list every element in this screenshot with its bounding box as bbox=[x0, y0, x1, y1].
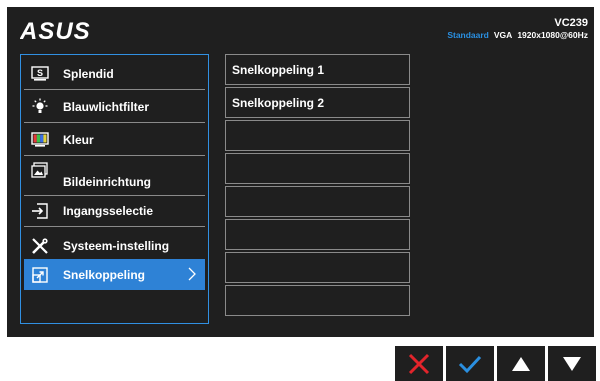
status-info: VC239 Standaard VGA 1920x1080@60Hz bbox=[447, 17, 588, 41]
splendid-icon: S bbox=[31, 65, 49, 83]
submenu-item-snelkoppeling-2[interactable]: Snelkoppeling 2 bbox=[225, 87, 410, 118]
image-icon bbox=[31, 162, 49, 180]
menu-item-snelkoppeling[interactable]: Snelkoppeling bbox=[24, 259, 205, 290]
menu-item-label: Bildeinrichtung bbox=[63, 175, 151, 189]
menu-item-label: Systeem-instelling bbox=[63, 239, 170, 253]
up-arrow-icon bbox=[512, 356, 530, 371]
submenu-item-empty bbox=[225, 219, 410, 250]
submenu-item-empty bbox=[225, 186, 410, 217]
input-label: VGA bbox=[493, 30, 513, 40]
menu-item-label: Splendid bbox=[63, 67, 114, 81]
svg-text:ASUS: ASUS bbox=[20, 18, 91, 42]
tools-icon bbox=[31, 237, 49, 255]
up-button[interactable] bbox=[497, 346, 545, 381]
menu-item-blauwlichtfilter[interactable]: Blauwlichtfilter bbox=[24, 92, 205, 123]
model-name: VC239 bbox=[554, 17, 588, 29]
check-icon bbox=[458, 355, 482, 373]
down-button[interactable] bbox=[548, 346, 596, 381]
input-icon bbox=[31, 202, 49, 220]
osd-panel: ASUS VC239 Standaard VGA 1920x1080@60Hz S … bbox=[7, 7, 594, 337]
menu-item-label: Blauwlichtfilter bbox=[63, 100, 150, 114]
mode-label: Standaard bbox=[447, 30, 489, 40]
submenu-item-snelkoppeling-1[interactable]: Snelkoppeling 1 bbox=[225, 54, 410, 85]
submenu-item-empty bbox=[225, 252, 410, 283]
control-buttons bbox=[395, 346, 596, 381]
menu-item-kleur[interactable]: Kleur bbox=[24, 125, 205, 156]
close-icon bbox=[408, 353, 430, 374]
submenu-item-empty bbox=[225, 285, 410, 316]
chevron-right-icon bbox=[188, 267, 196, 284]
asus-logo: ASUS bbox=[20, 18, 91, 42]
menu-item-label: Kleur bbox=[63, 133, 94, 147]
submenu-item-empty bbox=[225, 120, 410, 151]
menu-item-label: Snelkoppeling bbox=[63, 267, 146, 282]
resolution-label: 1920x1080@60Hz bbox=[517, 30, 588, 40]
color-icon bbox=[31, 131, 49, 149]
main-menu: S Splendid Blauwlichtfilter Kleur Bildei… bbox=[20, 54, 209, 324]
menu-item-label: Ingangsselectie bbox=[63, 204, 154, 218]
menu-item-splendid[interactable]: S Splendid bbox=[24, 59, 205, 90]
menu-item-ingangsselectie[interactable]: Ingangsselectie bbox=[24, 196, 205, 227]
svg-text:S: S bbox=[37, 68, 43, 78]
bulb-icon bbox=[31, 98, 49, 116]
ok-button[interactable] bbox=[446, 346, 494, 381]
shortcut-icon bbox=[31, 266, 49, 284]
menu-item-bildeinrichtung[interactable]: Bildeinrichtung bbox=[24, 158, 205, 196]
down-arrow-icon bbox=[563, 356, 581, 371]
submenu-item-empty bbox=[225, 153, 410, 184]
signal-status: Standaard VGA 1920x1080@60Hz bbox=[447, 29, 588, 41]
close-button[interactable] bbox=[395, 346, 443, 381]
